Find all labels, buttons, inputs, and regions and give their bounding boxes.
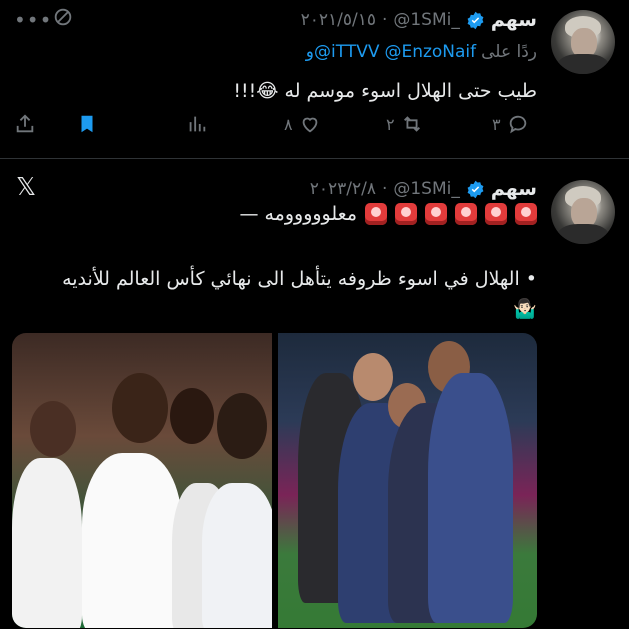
tweet-header: سهم @1SMi_ · ٢٠٢١/٥/١٥ (301, 8, 537, 32)
reply-context: ردًا على @EnzoNaif و@iTTVV (306, 42, 537, 62)
siren-emoji (365, 203, 387, 225)
heart-icon (302, 117, 317, 133)
avatar-coat (557, 54, 609, 74)
reply-count: ٣ (492, 114, 501, 134)
player-head (217, 393, 267, 459)
reply-button[interactable]: ٣ (492, 113, 529, 135)
retweet-button[interactable]: ٢ (386, 113, 423, 135)
person-figure (428, 373, 513, 623)
display-name[interactable]: سهم (491, 178, 537, 200)
bookmark-button[interactable] (76, 113, 98, 135)
player-figure (12, 458, 82, 628)
like-button[interactable]: ٨ (284, 113, 321, 135)
handle[interactable]: @1SMi_ (393, 179, 460, 199)
siren-emoji (395, 203, 417, 225)
player-head (112, 373, 168, 443)
retweet-icon (403, 116, 420, 132)
tweet-text: طيب حتى الهلال اسوء موسم له 😂!!! (233, 80, 537, 102)
avatar[interactable] (551, 10, 615, 74)
player-head (170, 388, 214, 444)
retweet-count: ٢ (386, 114, 395, 134)
unavailable-icon (54, 8, 72, 26)
tweet-body-line: • الهلال في اسوء ظروفه يتأهل الى نهائي ك… (62, 268, 537, 290)
tweet-body: • الهلال في اسوء ظروفه يتأهل الى نهائي ك… (27, 264, 537, 324)
share-button[interactable] (14, 113, 36, 135)
handle[interactable]: @1SMi_ (393, 10, 460, 30)
separator-dot: · (381, 179, 388, 199)
avatar[interactable] (551, 180, 615, 244)
player-figure (202, 483, 272, 628)
tweet-text-line: — معلووووومه (239, 203, 357, 225)
siren-emoji (425, 203, 447, 225)
mention-link[interactable]: @EnzoNaif (384, 42, 476, 62)
more-dots-icon[interactable]: ••• (14, 8, 52, 32)
siren-emoji (455, 203, 477, 225)
views-button[interactable] (186, 113, 208, 135)
action-bar: ٨ ٢ ٣ (14, 113, 534, 143)
display-name[interactable]: سهم (491, 9, 537, 31)
tweet-1[interactable]: سهم @1SMi_ · ٢٠٢١/٥/١٥ ••• ردًا على @Enz… (0, 0, 629, 158)
media-grid[interactable] (12, 333, 537, 628)
reply-icon (509, 115, 526, 134)
timestamp[interactable]: ٢٠٢٣/٢/٨ (310, 179, 376, 199)
like-count: ٨ (284, 114, 293, 134)
player-figure (82, 453, 182, 628)
verified-badge-icon (467, 180, 484, 198)
media-photo-players-celebrating[interactable] (12, 333, 272, 628)
siren-emoji (515, 203, 537, 225)
x-logo-icon: 𝕏 (16, 172, 37, 201)
share-icon (16, 114, 34, 133)
shrug-emoji: 🤷🏻‍♂️ (513, 298, 537, 320)
tweet-header: سهم @1SMi_ · ٢٠٢٣/٢/٨ (310, 177, 537, 201)
avatar-coat (557, 224, 609, 244)
media-photo-coaches-hugging[interactable] (278, 333, 537, 628)
player-head (30, 401, 76, 457)
divider (0, 158, 629, 159)
siren-emoji (485, 203, 507, 225)
timestamp[interactable]: ٢٠٢١/٥/١٥ (301, 10, 376, 30)
siren-emoji-row: — معلووووومه (239, 203, 537, 225)
bookmark-icon (81, 115, 93, 133)
mention-link[interactable]: و@iTTVV (306, 42, 380, 62)
person-head (353, 353, 393, 401)
verified-badge-icon (467, 11, 484, 29)
analytics-icon (189, 116, 206, 132)
separator-dot: · (381, 10, 388, 30)
reply-prefix: ردًا على (481, 42, 537, 62)
